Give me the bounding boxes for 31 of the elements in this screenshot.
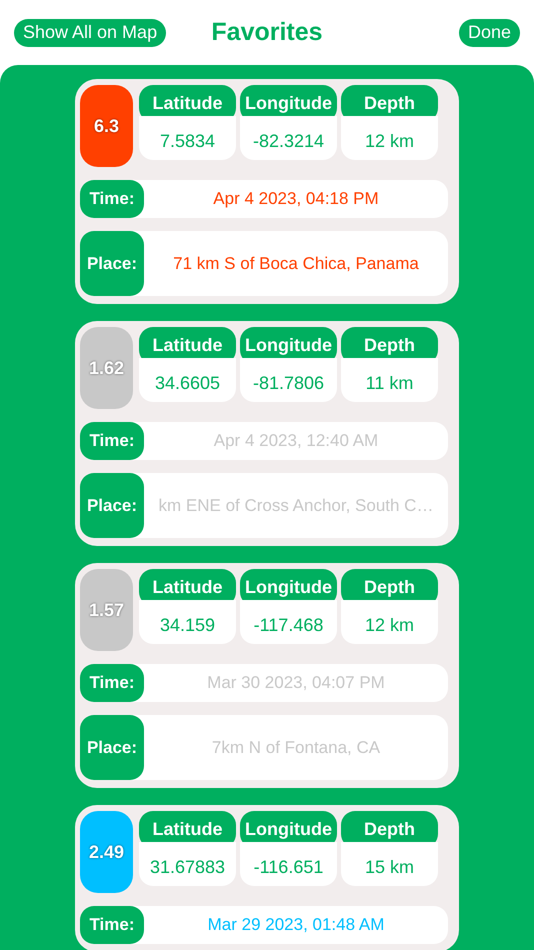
earthquake-card[interactable]: 2.49 Latitude 31.67883 Longitude -116.651 Depth 15 km Time: Mar 29 2023, 01:48 AM [75, 805, 459, 950]
magnitude-badge: 6.3 [80, 85, 133, 167]
column-value: 12 km [341, 600, 438, 644]
time-label: Time: [80, 422, 144, 460]
column-value: 7.5834 [139, 116, 236, 160]
column-value: 11 km [341, 358, 438, 402]
place-value: 71 km S of Boca Chica, Panama [172, 252, 420, 274]
column-value: 12 km [341, 116, 438, 160]
done-button[interactable]: Done [458, 18, 520, 46]
time-value: Apr 4 2023, 04:18 PM [212, 188, 380, 210]
column-value: -81.7806 [240, 358, 337, 402]
time-label: Time: [80, 180, 144, 218]
show-all-on-map-button[interactable]: Show All on Map [14, 18, 166, 46]
column-value: 31.67883 [139, 842, 236, 886]
place-label: Place: [80, 473, 144, 538]
place-label: Place: [80, 231, 144, 296]
magnitude-badge: 1.57 [80, 569, 133, 651]
column-value: 15 km [341, 842, 438, 886]
time-label: Time: [80, 664, 144, 702]
magnitude-badge: 1.62 [80, 327, 133, 409]
place-label: Place: [80, 715, 144, 780]
earthquake-card[interactable]: 6.3 Latitude 7.5834 Longitude -82.3214 Depth 12 km Time: Apr 4 2023, 04:18 PM Place: 71 km S of Boca Chica, Panama [75, 79, 459, 304]
time-label: Time: [80, 906, 144, 944]
column-value: -82.3214 [240, 116, 337, 160]
magnitude-badge: 2.49 [80, 811, 133, 893]
column-value: -117.468 [240, 600, 337, 644]
column-value: 34.159 [139, 600, 236, 644]
time-value: Mar 29 2023, 01:48 AM [206, 914, 386, 936]
column-value: -116.651 [240, 842, 337, 886]
column-value: 34.6605 [139, 358, 236, 402]
screen-title: Favorites [211, 18, 323, 47]
